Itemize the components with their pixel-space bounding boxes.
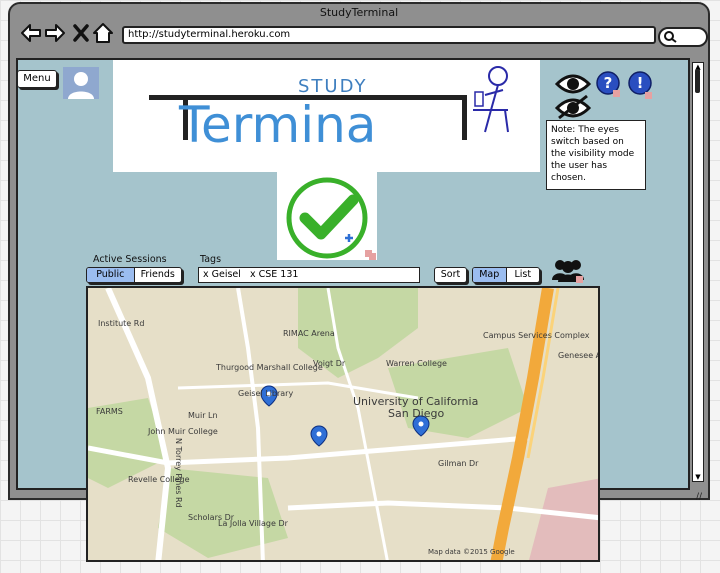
back-arrow-icon[interactable]	[20, 22, 42, 44]
map-label-gilman: Gilman Dr	[438, 459, 479, 468]
alert-icon[interactable]: !	[628, 71, 654, 101]
map-label-muir: John Muir College	[147, 427, 218, 436]
tags-input[interactable]: x Geisel x CSE 131	[198, 267, 420, 283]
map-label-north-torrey: N Torrey Pines Rd	[174, 438, 183, 508]
map-label-muir-ln: Muir Ln	[188, 411, 218, 420]
friends-option[interactable]: Friends	[133, 268, 182, 282]
map-label-geisel: Geisel Library	[238, 389, 293, 398]
map-label-farms: FARMS	[96, 407, 123, 416]
campus-map: Campus Services Complex University of Ca…	[88, 288, 600, 560]
forward-arrow-icon[interactable]	[44, 22, 66, 44]
sessions-map[interactable]: Campus Services Complex University of Ca…	[86, 286, 600, 562]
study-terminal-logo: STUDY Termina	[113, 60, 540, 172]
svg-text:!: !	[637, 74, 644, 92]
list-view-option[interactable]: List	[505, 268, 540, 282]
map-label-rimac: RIMAC Arena	[283, 329, 335, 338]
logo-terminal-text: Termina	[178, 96, 376, 154]
public-option[interactable]: Public	[87, 268, 134, 282]
scroll-down-arrow-icon[interactable]: ▼	[693, 473, 703, 481]
help-icon[interactable]: ?	[596, 71, 622, 99]
map-label-voigt: Voigt Dr	[313, 359, 346, 368]
eye-icon[interactable]	[555, 70, 591, 122]
resize-grip-icon[interactable]: //	[696, 492, 702, 502]
checkmark-icon	[286, 177, 372, 259]
resize-marker-icon	[369, 253, 376, 260]
map-label-warren: Warren College	[386, 359, 447, 368]
view-mode-toggle[interactable]: Map List	[472, 267, 540, 283]
home-icon[interactable]	[92, 22, 114, 44]
logo-study-text: STUDY	[298, 76, 367, 97]
menu-button[interactable]: Menu	[17, 70, 57, 88]
annotation-note: Note: The eyes switch based on the visib…	[546, 120, 646, 190]
svg-text:?: ?	[604, 74, 613, 92]
window-title: StudyTerminal	[319, 6, 399, 19]
url-bar[interactable]: http://studyterminal.heroku.com	[122, 26, 656, 44]
vertical-scrollbar[interactable]: ▲ ▼	[692, 62, 704, 482]
user-silhouette-icon	[68, 72, 94, 99]
session-visibility-toggle[interactable]: Public Friends	[86, 267, 182, 283]
group-icon[interactable]	[550, 258, 586, 284]
map-label-institute: Institute Rd	[98, 319, 144, 328]
avatar[interactable]	[63, 67, 99, 99]
scroll-thumb[interactable]	[695, 69, 700, 93]
map-view-option[interactable]: Map	[473, 268, 506, 282]
map-attribution: Map data ©2015 Google	[428, 548, 515, 556]
sort-button[interactable]: Sort	[434, 267, 467, 283]
map-label-marshall: Thurgood Marshall College	[215, 363, 323, 372]
map-label-scholars: Scholars Dr	[188, 513, 235, 522]
map-label-san-diego: San Diego	[388, 407, 444, 420]
browser-search-field[interactable]	[658, 27, 708, 47]
checkmark-image	[277, 172, 377, 260]
map-label-genesee: Genesee Ave	[558, 351, 600, 360]
tags-label: Tags	[200, 254, 222, 265]
search-icon	[664, 31, 677, 43]
close-icon[interactable]	[70, 22, 92, 44]
map-label-campus-services: Campus Services Complex	[483, 331, 590, 340]
active-sessions-label: Active Sessions	[93, 254, 167, 265]
